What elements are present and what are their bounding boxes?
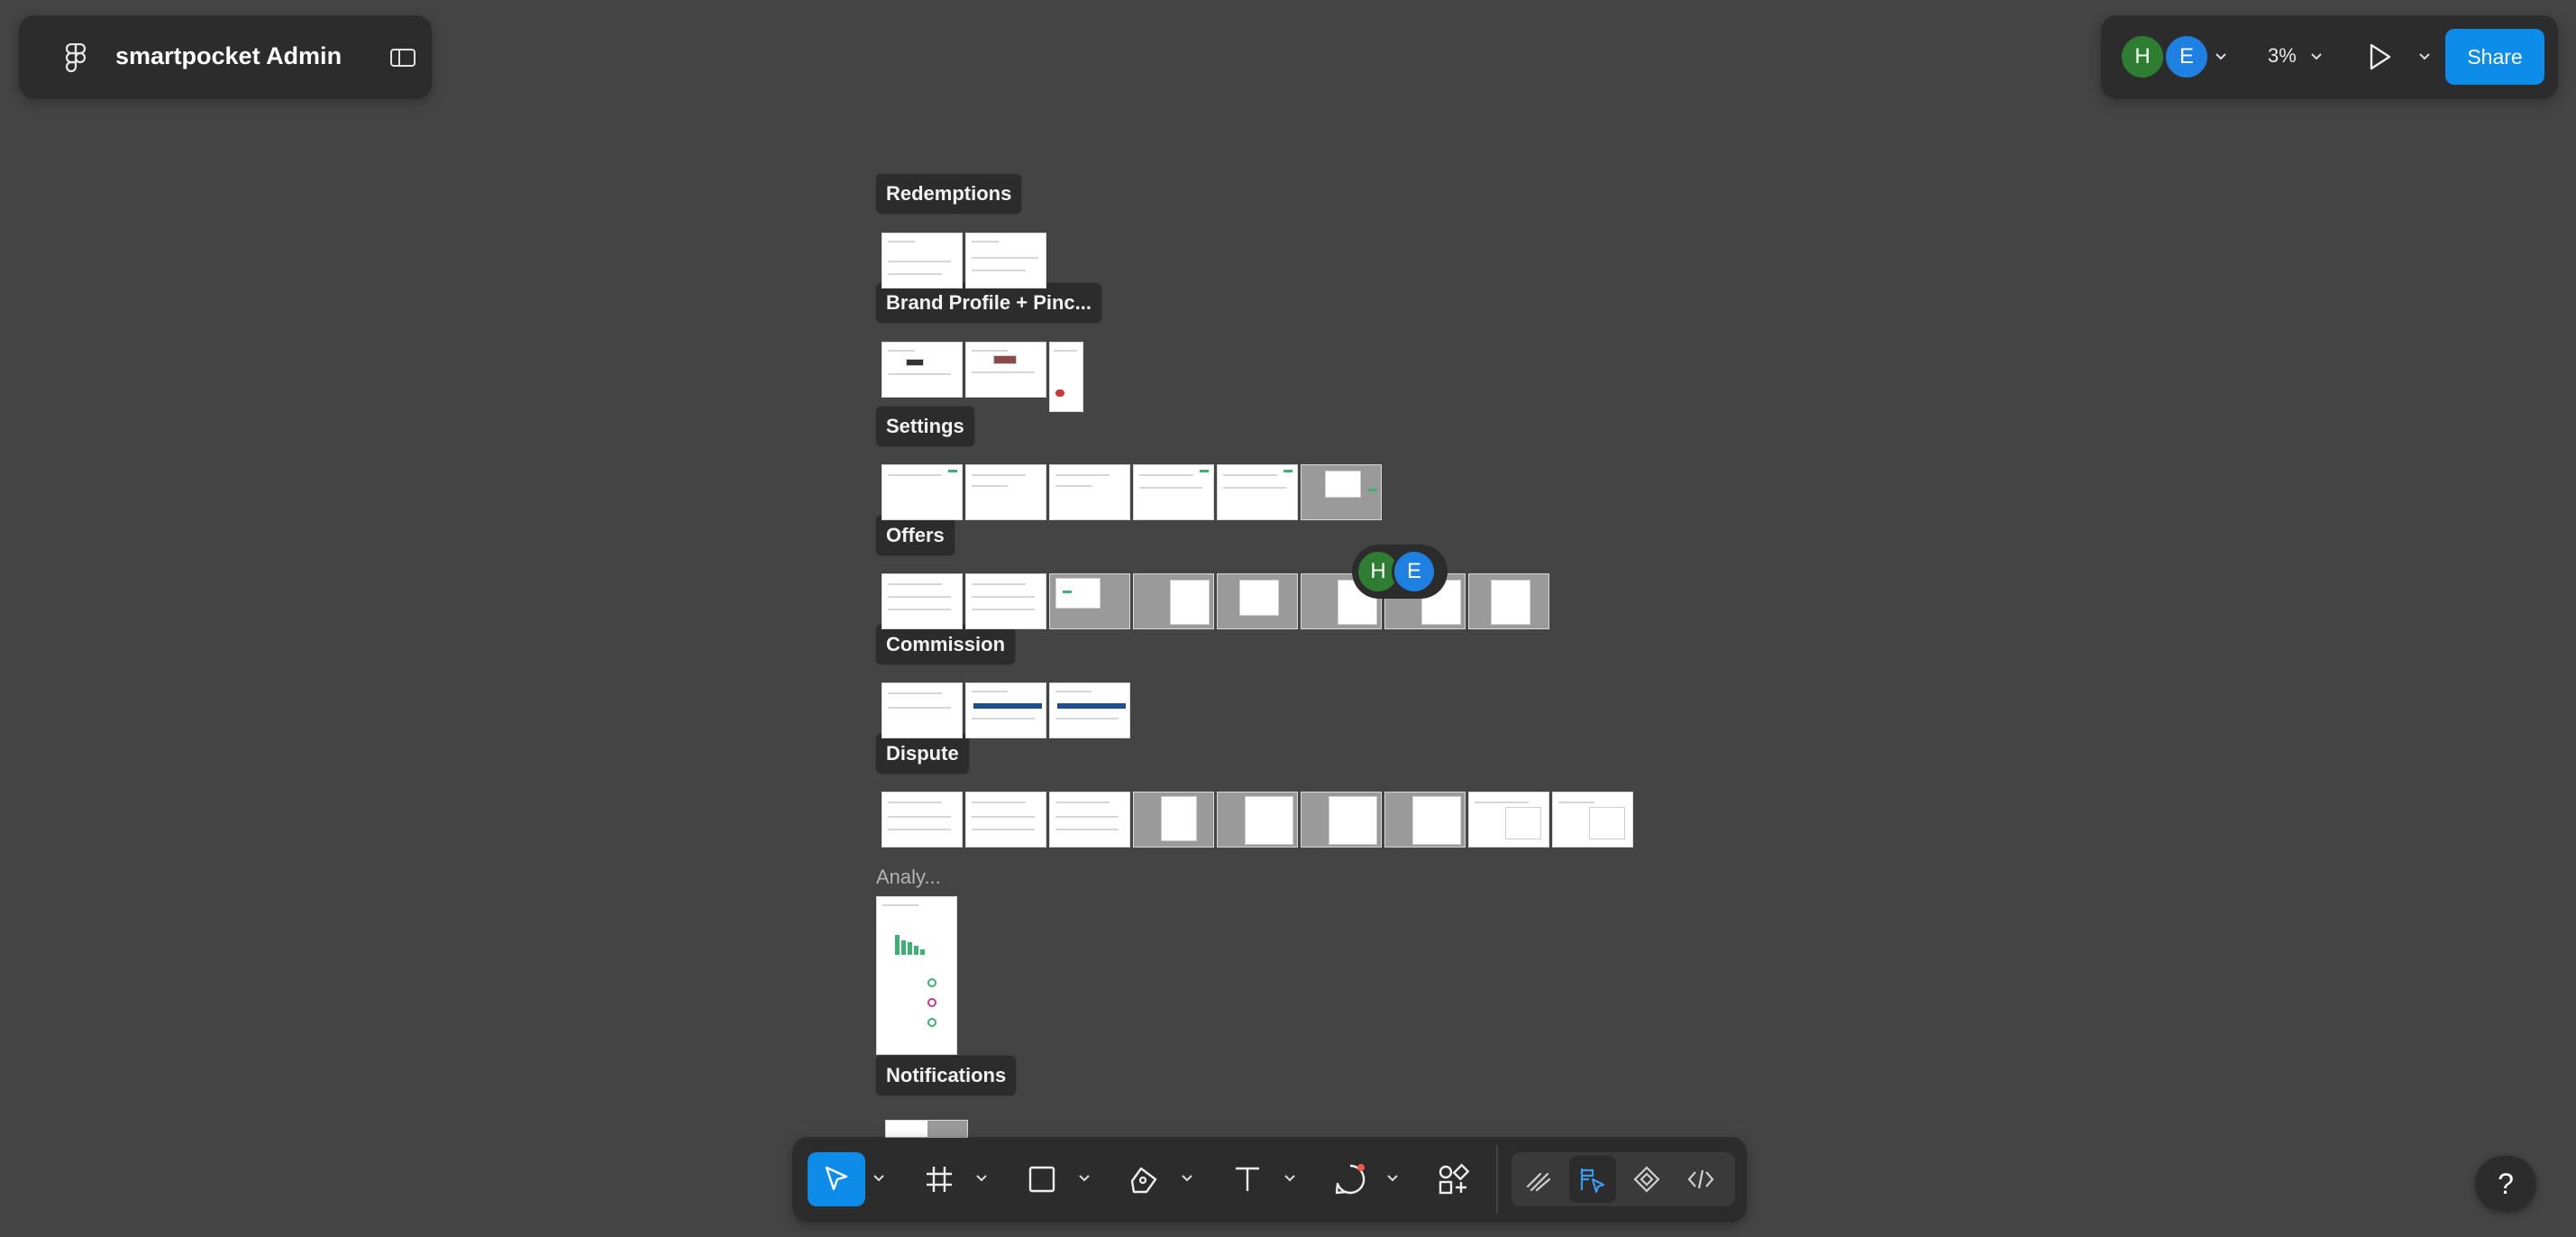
rectangle-icon — [1028, 1166, 1055, 1193]
play-icon[interactable] — [2363, 41, 2396, 73]
chevron-down-icon[interactable] — [1078, 1173, 1091, 1184]
frame-thumbnail[interactable] — [1049, 573, 1130, 629]
chevron-down-icon[interactable] — [2417, 50, 2432, 63]
frame-thumbnail[interactable] — [1552, 792, 1633, 848]
avatar: E — [1392, 549, 1437, 594]
help-button[interactable]: ? — [2475, 1156, 2536, 1212]
move-tool[interactable] — [808, 1152, 865, 1206]
design-icon — [1580, 1168, 1605, 1194]
components-mode[interactable] — [1623, 1156, 1670, 1203]
chevron-down-icon[interactable] — [2309, 50, 2324, 63]
frame-thumbnail[interactable] — [1301, 464, 1382, 520]
section-label-redemptions[interactable]: Redemptions — [876, 174, 1022, 214]
section-label-commission[interactable]: Commission — [876, 625, 1016, 664]
frame-thumbnail[interactable] — [965, 464, 1046, 520]
frame-thumbnail[interactable] — [876, 896, 957, 1055]
frame-label-analytics[interactable]: Analy... — [876, 866, 941, 889]
components-icon — [1633, 1166, 1660, 1193]
dev-mode[interactable] — [1677, 1156, 1724, 1203]
comment-tool[interactable] — [1321, 1152, 1379, 1206]
frame-thumbnail[interactable] — [1217, 792, 1298, 848]
zoom-level[interactable]: 3% — [2268, 44, 2297, 68]
avatar[interactable]: E — [2163, 33, 2210, 80]
actions-icon — [1439, 1163, 1469, 1195]
frame-thumbnail[interactable] — [965, 233, 1046, 289]
cursor-icon — [825, 1166, 848, 1191]
draw-icon — [1526, 1172, 1551, 1192]
frame-icon — [927, 1167, 952, 1192]
text-icon — [1236, 1167, 1259, 1191]
frame-thumbnail[interactable] — [1133, 573, 1214, 629]
frame-thumbnail[interactable] — [1301, 792, 1382, 848]
frame-thumbnail[interactable] — [965, 342, 1046, 398]
frame-thumbnail[interactable] — [965, 683, 1046, 738]
actions-tool[interactable] — [1424, 1152, 1482, 1206]
chevron-down-icon[interactable] — [2214, 50, 2228, 63]
avatar[interactable]: H — [2119, 33, 2166, 80]
frame-thumbnail[interactable] — [1468, 573, 1549, 629]
figma-logo-icon[interactable] — [65, 43, 87, 74]
chevron-down-icon[interactable] — [975, 1173, 988, 1184]
pen-icon — [1130, 1167, 1157, 1194]
frame-thumbnail[interactable] — [1384, 792, 1466, 848]
section-label-offers[interactable]: Offers — [876, 516, 955, 555]
rectangle-tool[interactable] — [1013, 1152, 1071, 1206]
frame-thumbnail[interactable] — [882, 683, 963, 738]
header-right-panel: H E 3% Share — [2102, 16, 2557, 97]
section-label-brand-profile[interactable]: Brand Profile + Pinc... — [876, 283, 1102, 323]
sidebar-toggle-icon[interactable] — [389, 47, 416, 69]
share-button[interactable]: Share — [2445, 29, 2544, 85]
frame-thumbnail[interactable] — [885, 1120, 968, 1138]
frame-thumbnail[interactable] — [882, 792, 963, 848]
chevron-down-icon[interactable] — [1181, 1173, 1193, 1184]
draw-mode[interactable] — [1515, 1156, 1562, 1203]
frame-thumbnail[interactable] — [1468, 792, 1549, 848]
comment-icon — [1335, 1164, 1366, 1195]
chevron-down-icon[interactable] — [1283, 1173, 1296, 1184]
frame-thumbnail[interactable] — [882, 342, 963, 398]
frame-thumbnail[interactable] — [1217, 573, 1298, 629]
frame-thumbnail[interactable] — [1049, 683, 1130, 738]
frame-tool[interactable] — [910, 1152, 968, 1206]
chevron-down-icon[interactable] — [872, 1173, 885, 1184]
file-name[interactable]: smartpocket Admin — [115, 42, 342, 70]
pen-tool[interactable] — [1116, 1152, 1174, 1206]
frame-thumbnail[interactable] — [882, 233, 963, 289]
frame-thumbnail[interactable] — [1217, 464, 1298, 520]
mode-switcher — [1512, 1152, 1735, 1206]
file-panel: smartpocket Admin — [20, 16, 431, 97]
chevron-down-icon[interactable] — [1386, 1173, 1399, 1184]
toolbar-divider — [1496, 1145, 1498, 1214]
frame-thumbnail[interactable] — [882, 464, 963, 520]
frame-thumbnail[interactable] — [965, 792, 1046, 848]
toolbar — [793, 1138, 1746, 1221]
code-icon — [1687, 1169, 1714, 1189]
frame-thumbnail[interactable] — [1049, 342, 1083, 412]
section-label-notifications[interactable]: Notifications — [876, 1056, 1017, 1095]
section-label-settings[interactable]: Settings — [876, 407, 974, 446]
frame-thumbnail[interactable] — [1049, 792, 1130, 848]
design-mode[interactable] — [1569, 1156, 1616, 1203]
text-tool[interactable] — [1219, 1152, 1276, 1206]
frame-thumbnail[interactable] — [1049, 464, 1130, 520]
frame-thumbnail[interactable] — [1133, 792, 1214, 848]
frame-thumbnail[interactable] — [965, 573, 1046, 629]
frame-thumbnail[interactable] — [1133, 464, 1214, 520]
section-label-dispute[interactable]: Dispute — [876, 734, 969, 774]
collaborator-cursor: H E — [1352, 545, 1448, 599]
frame-thumbnail[interactable] — [882, 573, 963, 629]
